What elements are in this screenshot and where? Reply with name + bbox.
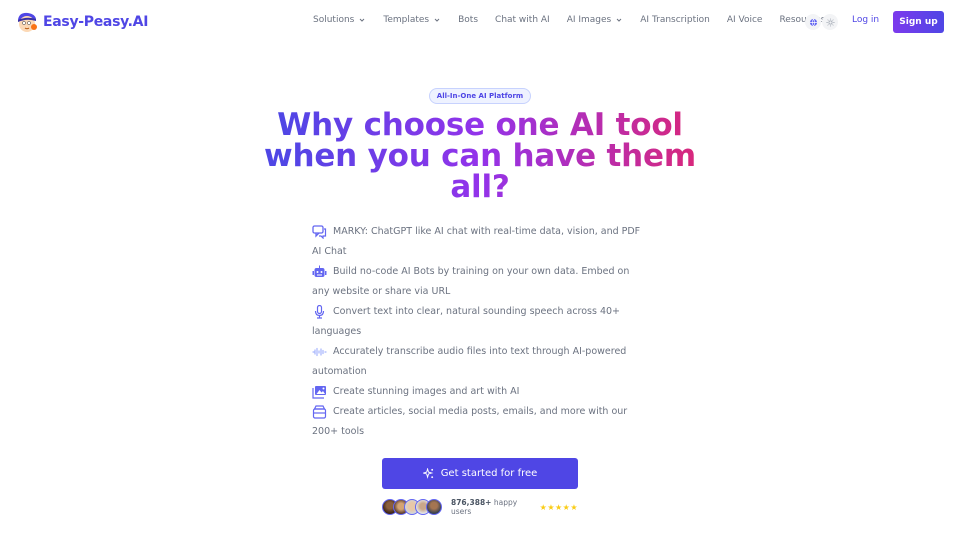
top-navbar: Easy-Peasy.AI Solutions Templates Bots C… xyxy=(0,0,960,44)
robot-icon xyxy=(312,265,327,277)
language-button[interactable] xyxy=(805,14,821,30)
nav-bots-label: Bots xyxy=(458,15,479,25)
headline-line-3: all? xyxy=(450,169,510,205)
avatar xyxy=(426,499,442,515)
signup-button[interactable]: Sign up xyxy=(893,11,944,33)
nav-solutions-label: Solutions xyxy=(313,15,355,25)
nav-templates-label: Templates xyxy=(383,15,430,25)
images-icon xyxy=(312,386,326,399)
feature-text: Create stunning images and art with AI xyxy=(333,386,520,397)
nav-bots[interactable]: Bots xyxy=(458,15,478,25)
nav-voice-label: AI Voice xyxy=(726,15,763,25)
feature-text: Accurately transcribe audio files into t… xyxy=(312,346,627,377)
feature-text: MARKY: ChatGPT like AI chat with real-ti… xyxy=(312,226,641,257)
get-started-label: Get started for free xyxy=(440,468,538,479)
feature-item: Accurately transcribe audio files into t… xyxy=(312,342,647,382)
feature-text: Create articles, social media posts, ema… xyxy=(312,406,628,437)
get-started-button[interactable]: Get started for free xyxy=(382,458,578,489)
nav-transcription-label: AI Transcription xyxy=(640,15,710,25)
happy-users-count: 876,388+ happy users xyxy=(451,498,540,516)
sparkles-icon xyxy=(422,468,434,479)
nav-ai-images-label: AI Images xyxy=(566,15,612,25)
feature-text: Convert text into clear, natural soundin… xyxy=(312,306,621,337)
waveform-icon xyxy=(312,347,327,357)
nav-chat-label: Chat with AI xyxy=(495,15,550,25)
mascot-logo-icon xyxy=(18,12,37,32)
feature-item: MARKY: ChatGPT like AI chat with real-ti… xyxy=(312,222,647,262)
stack-icon xyxy=(312,405,327,419)
nav-templates[interactable]: Templates xyxy=(383,15,441,25)
main-menu: Solutions Templates Bots Chat with AI AI… xyxy=(313,15,837,25)
chevron-down-icon xyxy=(434,18,440,22)
users-number: 876,388+ xyxy=(451,498,492,507)
chat-bubbles-icon xyxy=(312,225,327,239)
nav-chat-with-ai[interactable]: Chat with AI xyxy=(495,15,550,25)
nav-ai-images[interactable]: AI Images xyxy=(567,15,624,25)
chevron-down-icon xyxy=(360,18,365,22)
feature-text: Build no-code AI Bots by training on you… xyxy=(312,266,630,297)
brand-logo[interactable]: Easy-Peasy.AI xyxy=(15,11,148,33)
feature-item: Create articles, social media posts, ema… xyxy=(312,402,647,442)
nav-ai-voice[interactable]: AI Voice xyxy=(727,15,763,25)
chevron-down-icon xyxy=(616,18,622,22)
hero-headline: Why choose one AI tool when you can have… xyxy=(230,110,730,203)
theme-toggle-button[interactable] xyxy=(822,14,838,30)
social-proof: 876,388+ happy users ★★★★★ xyxy=(382,498,578,516)
sun-icon xyxy=(825,17,835,27)
rating-stars: ★★★★★ xyxy=(539,502,578,512)
feature-item: Convert text into clear, natural soundin… xyxy=(312,302,647,342)
login-link[interactable]: Log in xyxy=(852,15,879,25)
platform-badge: All-In-One AI Platform xyxy=(429,88,531,104)
nav-ai-transcription[interactable]: AI Transcription xyxy=(640,15,710,25)
feature-item: Build no-code AI Bots by training on you… xyxy=(312,262,647,302)
brand-name: Easy-Peasy.AI xyxy=(43,14,149,30)
nav-solutions[interactable]: Solutions xyxy=(313,15,366,25)
feature-list: MARKY: ChatGPT like AI chat with real-ti… xyxy=(312,222,647,442)
globe-icon xyxy=(809,18,817,26)
feature-item: Create stunning images and art with AI xyxy=(312,382,647,402)
user-avatars xyxy=(382,499,442,515)
microphone-icon xyxy=(314,305,325,319)
